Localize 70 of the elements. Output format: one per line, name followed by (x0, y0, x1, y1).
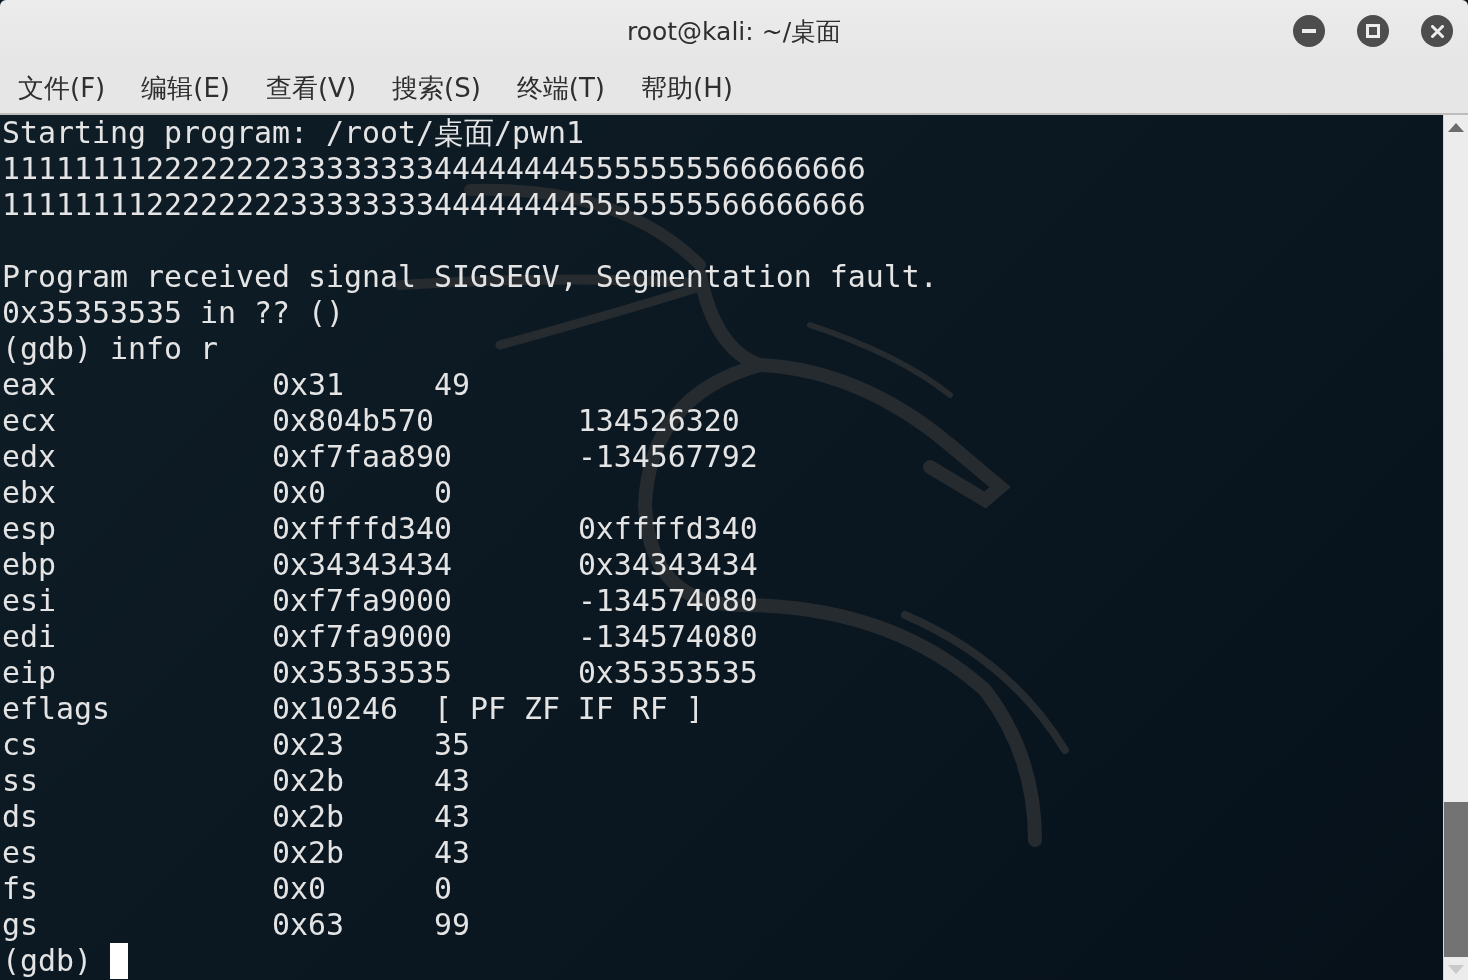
register-hex-value: 0x34343434 (271, 547, 452, 583)
register-hex-value: 0xf7fa9000 (271, 619, 452, 655)
register-value: 0 (433, 475, 452, 511)
minus-icon (1302, 29, 1316, 33)
register-value: 43 (433, 763, 470, 799)
register-name: edx (2, 439, 56, 475)
terminal-line: 0x35353535 in ?? () (2, 295, 345, 331)
register-name: ecx (2, 403, 56, 439)
register-value: 134526320 (577, 403, 740, 439)
register-value: 49 (433, 367, 470, 403)
register-hex-value: 0x0 (271, 871, 326, 907)
register-hex-value: 0xf7faa890 (271, 439, 452, 475)
register-name: gs (2, 907, 38, 943)
register-name: edi (2, 619, 56, 655)
register-hex-value: 0x23 (271, 727, 344, 763)
terminal-line: Program received signal SIGSEGV, Segmentation fault. (2, 259, 939, 295)
register-value: 0xffffd340 (577, 511, 758, 547)
register-value: 0 (433, 871, 452, 907)
register-value: -134567792 (577, 439, 758, 475)
register-name: ebp (2, 547, 56, 583)
register-hex-value: 0xffffd340 (271, 511, 452, 547)
prompt-text: (gdb) (2, 943, 92, 979)
register-name: fs (2, 871, 38, 907)
menu-item[interactable]: 文件(F) (8, 66, 116, 109)
menu-item[interactable]: 查看(V) (255, 66, 367, 109)
register-name: ebx (2, 475, 56, 511)
register-name: esp (2, 511, 56, 547)
register-value: [ PF ZF IF RF ] (433, 691, 704, 727)
register-name: ss (2, 763, 38, 799)
minimize-button[interactable] (1293, 15, 1325, 47)
register-hex-value: 0x63 (271, 907, 344, 943)
register-name: eax (2, 367, 56, 403)
register-name: ds (2, 799, 38, 835)
terminal-line: 111111112222222233333333444444445555555566666666 (2, 151, 867, 187)
menu-item[interactable]: 终端(T) (506, 66, 615, 109)
square-icon (1366, 24, 1380, 38)
register-hex-value: 0xf7fa9000 (271, 583, 452, 619)
register-value: 99 (433, 907, 470, 943)
register-hex-value: 0x2b (271, 835, 344, 871)
register-value: 0x34343434 (577, 547, 758, 583)
terminal-line: 111111112222222233333333444444445555555566666666 (2, 187, 867, 223)
terminal-line: Starting program: /root/桌面/pwn1 (2, 115, 585, 151)
close-button[interactable] (1421, 15, 1453, 47)
register-name: es (2, 835, 38, 871)
register-hex-value: 0x2b (271, 799, 344, 835)
register-value: 0x35353535 (577, 655, 758, 691)
register-hex-value: 0x2b (271, 763, 344, 799)
register-value: 43 (433, 835, 470, 871)
register-hex-value: 0x35353535 (271, 655, 452, 691)
scroll-up-icon[interactable] (1448, 123, 1464, 132)
scrollbar-thumb[interactable] (1444, 802, 1468, 957)
terminal-line: (gdb) info r (2, 331, 219, 367)
menu-item[interactable]: 帮助(H) (631, 66, 743, 109)
register-name: esi (2, 583, 56, 619)
register-hex-value: 0x10246 (271, 691, 398, 727)
maximize-button[interactable] (1357, 15, 1389, 47)
register-hex-value: 0x804b570 (271, 403, 434, 439)
register-hex-value: 0x31 (271, 367, 344, 403)
window-title: root@kali: ~/桌面 (626, 15, 842, 48)
register-name: cs (2, 727, 38, 763)
register-value: 43 (433, 799, 470, 835)
register-name: eip (2, 655, 56, 691)
menu-item[interactable]: 编辑(E) (131, 66, 240, 109)
register-value: -134574080 (577, 583, 758, 619)
register-value: -134574080 (577, 619, 758, 655)
register-hex-value: 0x0 (271, 475, 326, 511)
register-name: eflags (2, 691, 110, 727)
register-value: 35 (433, 727, 470, 763)
menu-item[interactable]: 搜索(S) (382, 66, 491, 109)
close-icon (1430, 24, 1444, 38)
